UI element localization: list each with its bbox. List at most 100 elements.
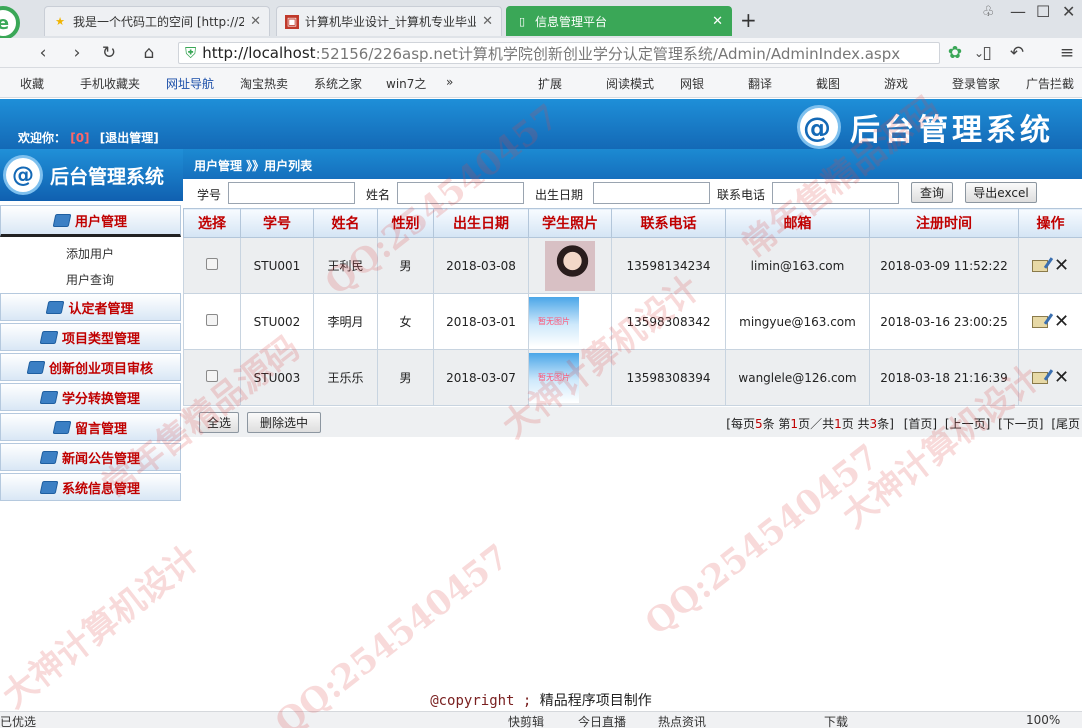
pager-text: 页／共	[798, 417, 835, 431]
last-page-link[interactable]: [尾页	[1051, 417, 1080, 431]
bookmark-item[interactable]: 广告拦截	[1026, 75, 1074, 92]
prev-page-link[interactable]: [上一页]	[945, 417, 990, 431]
edit-icon[interactable]	[1031, 259, 1048, 272]
welcome-label: 欢迎你：	[18, 131, 67, 145]
first-page-link[interactable]: [首页]	[904, 417, 937, 431]
cell-phone: 13598134234	[611, 237, 726, 294]
close-icon[interactable]: ✕	[712, 14, 723, 29]
query-button[interactable]: 查询	[911, 182, 953, 203]
delete-icon[interactable]: ✕	[1054, 312, 1069, 331]
sidebar-section-user[interactable]: 用户管理	[0, 205, 181, 237]
bookmark-item[interactable]: 截图	[816, 75, 840, 92]
cell-gender: 男	[377, 349, 434, 406]
birth-input[interactable]	[593, 182, 710, 204]
skin-icon[interactable]: ♧	[982, 4, 995, 20]
section-label: 创新创业项目审核	[48, 361, 153, 377]
admin-header: @ 后台管理系统 欢迎你： [0] [退出管理]	[0, 99, 1082, 149]
close-icon[interactable]: ✕	[250, 14, 261, 29]
row-checkbox[interactable]	[206, 370, 218, 382]
menu-icon	[39, 390, 59, 404]
section-label: 系统信息管理	[61, 481, 140, 497]
bookmark-item[interactable]: 网址导航	[166, 75, 214, 92]
menu-icon	[39, 450, 59, 464]
zoom-level[interactable]: 100%	[1026, 713, 1060, 727]
sidebar-section-project-type[interactable]: 项目类型管理	[0, 323, 181, 351]
forward-icon[interactable]: ›	[66, 42, 88, 64]
cell-student-id: STU003	[240, 349, 314, 406]
bookmark-item[interactable]: 扩展	[538, 75, 562, 92]
maximize-icon[interactable]: ☐	[1036, 2, 1050, 21]
table-header-row: 选择 学号 姓名 性别 出生日期 学生照片 联系电话 邮箱 注册时间 操作	[183, 208, 1082, 238]
export-excel-button[interactable]: 导出excel	[965, 182, 1037, 203]
sidebar-section-message[interactable]: 留言管理	[0, 413, 181, 441]
row-checkbox[interactable]	[206, 258, 218, 270]
sidebar-section-credit[interactable]: 学分转换管理	[0, 383, 181, 411]
bookmarks-bar: 收藏 手机收藏夹 网址导航 淘宝热卖 系统之家 win7之 » 扩展 阅读模式 …	[0, 68, 1082, 98]
col-name: 姓名	[313, 208, 378, 238]
phone-icon[interactable]: ▯	[976, 42, 998, 64]
phone-input[interactable]	[772, 182, 899, 204]
bookmark-item[interactable]: win7之	[386, 75, 426, 92]
menu-icon	[26, 360, 46, 374]
bookmark-item[interactable]: 收藏	[20, 75, 44, 92]
url-input[interactable]: ⛨ http://localhost :52156/226asp.net计算机学…	[178, 42, 940, 64]
browser-tab-1[interactable]: ★ 我是一个代码工的空间 [http://2 ✕	[44, 6, 270, 36]
quick-clip-link[interactable]: 快剪辑	[508, 713, 544, 728]
delete-icon[interactable]: ✕	[1054, 256, 1069, 275]
no-photo-placeholder: 暂无图片	[529, 296, 579, 347]
delete-selected-button[interactable]: 删除选中	[247, 412, 321, 433]
menu-icon[interactable]: ≡	[1056, 42, 1078, 64]
next-page-link[interactable]: [下一页]	[998, 417, 1043, 431]
birth-label: 出生日期	[535, 188, 584, 202]
bookmark-item[interactable]: 翻译	[748, 75, 772, 92]
bookmark-more[interactable]: »	[446, 75, 453, 89]
bookmark-item[interactable]: 系统之家	[314, 75, 362, 92]
sidebar-item-user-query[interactable]: 用户查询	[66, 271, 114, 288]
home-icon[interactable]: ⌂	[138, 42, 160, 64]
close-icon[interactable]: ✕	[482, 14, 493, 29]
close-window-icon[interactable]: ✕	[1062, 2, 1075, 21]
browser-tab-3[interactable]: ▯ 信息管理平台 ✕	[506, 6, 732, 36]
sidebar-section-system[interactable]: 系统信息管理	[0, 473, 181, 501]
edit-icon[interactable]	[1031, 371, 1048, 384]
live-link[interactable]: 今日直播	[578, 713, 626, 728]
menu-icon	[46, 300, 65, 314]
select-all-button[interactable]: 全选	[199, 412, 239, 433]
bookmark-item[interactable]: 登录管家	[952, 75, 1000, 92]
student-id-label: 学号	[197, 188, 222, 202]
back-icon[interactable]: ‹	[32, 42, 54, 64]
cell-email: limin@163.com	[725, 237, 870, 294]
cell-registered: 2018-03-18 21:16:39	[869, 349, 1019, 406]
status-text: 已优选	[0, 715, 37, 728]
name-input[interactable]	[397, 182, 524, 204]
col-phone: 联系电话	[611, 208, 726, 238]
cell-birth: 2018-03-01	[433, 293, 529, 350]
undo-icon[interactable]: ↶	[1006, 42, 1028, 64]
bookmark-item[interactable]: 阅读模式	[606, 75, 654, 92]
sidebar-section-certifier[interactable]: 认定者管理	[0, 293, 181, 321]
download-link[interactable]: 下载	[824, 713, 848, 728]
sidebar-item-add-user[interactable]: 添加用户	[66, 245, 114, 262]
delete-icon[interactable]: ✕	[1054, 368, 1069, 387]
cell-email: mingyue@163.com	[725, 293, 870, 350]
bookmark-item[interactable]: 游戏	[884, 75, 908, 92]
edit-icon[interactable]	[1031, 315, 1048, 328]
new-tab-button[interactable]: +	[740, 8, 757, 32]
minimize-icon[interactable]: —	[1010, 2, 1026, 21]
browser-tab-2[interactable]: ▣ 计算机毕业设计_计算机专业毕业 ✕	[276, 6, 502, 36]
bookmark-item[interactable]: 网银	[680, 75, 704, 92]
menu-icon	[39, 330, 59, 344]
reload-icon[interactable]: ↻	[98, 42, 120, 64]
sidebar: 用户管理 添加用户 用户查询 认定者管理 项目类型管理 创新创业项目审核 学分转…	[0, 201, 183, 501]
row-checkbox[interactable]	[206, 314, 218, 326]
logout-link[interactable]: [退出管理]	[100, 131, 159, 145]
cell-name: 李明月	[313, 293, 378, 350]
col-email: 邮箱	[725, 208, 870, 238]
student-id-input[interactable]	[228, 182, 355, 204]
sidebar-section-news[interactable]: 新闻公告管理	[0, 443, 181, 471]
bookmark-item[interactable]: 手机收藏夹	[80, 75, 140, 92]
bookmark-item[interactable]: 淘宝热卖	[240, 75, 288, 92]
sidebar-section-project-review[interactable]: 创新创业项目审核	[0, 353, 181, 381]
extension-icon[interactable]: ✿	[944, 42, 966, 64]
news-link[interactable]: 热点资讯	[658, 713, 706, 728]
